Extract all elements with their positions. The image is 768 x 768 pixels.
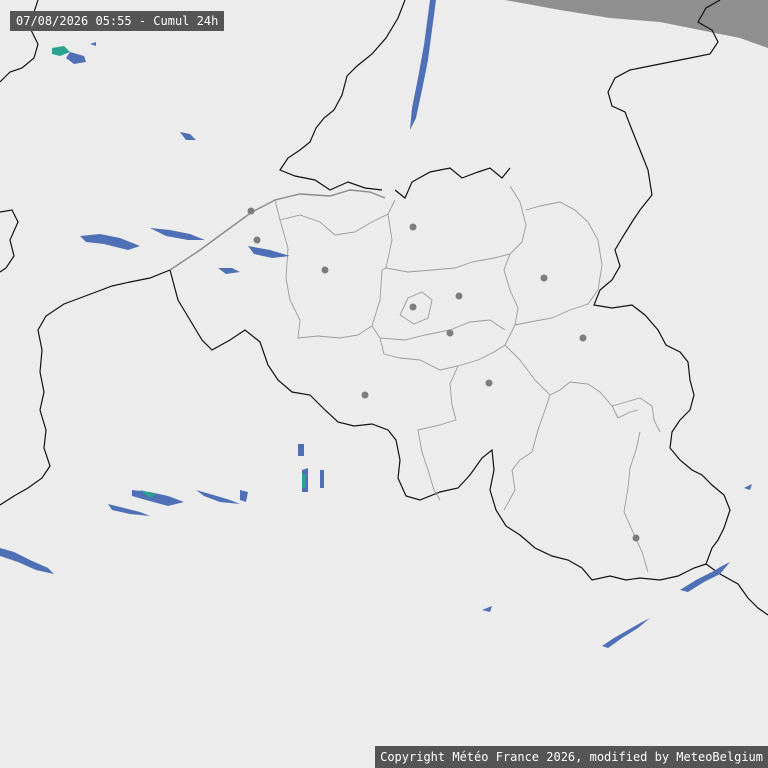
coastline (169, 189, 386, 271)
precip-band (150, 228, 205, 240)
city-dot (321, 266, 329, 274)
precip-band (90, 42, 96, 46)
precip-band (218, 268, 240, 274)
precip-band (680, 562, 730, 592)
copyright-label: Copyright Météo France 2026, modified by… (375, 746, 768, 768)
precip-band (410, 0, 436, 130)
precip-band (196, 490, 240, 504)
precip-band (602, 618, 650, 648)
precip-band (248, 246, 290, 258)
city-dot (455, 292, 463, 300)
city-dot (579, 334, 587, 342)
radar-map (0, 0, 768, 648)
precip-band (0, 548, 54, 574)
city-dot (253, 236, 261, 244)
precip-band (744, 484, 752, 490)
city-dot (485, 379, 493, 387)
precip-core (302, 474, 306, 488)
precip-core (52, 46, 70, 56)
precipitation-moderate (52, 46, 306, 498)
city-dot (409, 223, 417, 231)
city-dot (409, 303, 417, 311)
precip-band (298, 444, 304, 456)
city-dot (632, 534, 640, 542)
precip-band (80, 234, 140, 250)
city-dot (446, 329, 454, 337)
precip-band (320, 470, 324, 488)
national-borders (0, 0, 768, 616)
city-dot (361, 391, 369, 399)
precip-band (66, 52, 86, 64)
precip-band (132, 490, 184, 506)
north-sea-area (505, 0, 768, 48)
precipitation-echoes (0, 0, 752, 648)
precip-band (482, 606, 492, 612)
city-dot (247, 207, 255, 215)
city-dot (540, 274, 548, 282)
precip-band (180, 132, 196, 140)
precip-band (108, 504, 150, 516)
timestamp-label: 07/08/2026 05:55 - Cumul 24h (10, 11, 225, 31)
precip-band (240, 490, 248, 502)
province-borders (274, 185, 661, 573)
